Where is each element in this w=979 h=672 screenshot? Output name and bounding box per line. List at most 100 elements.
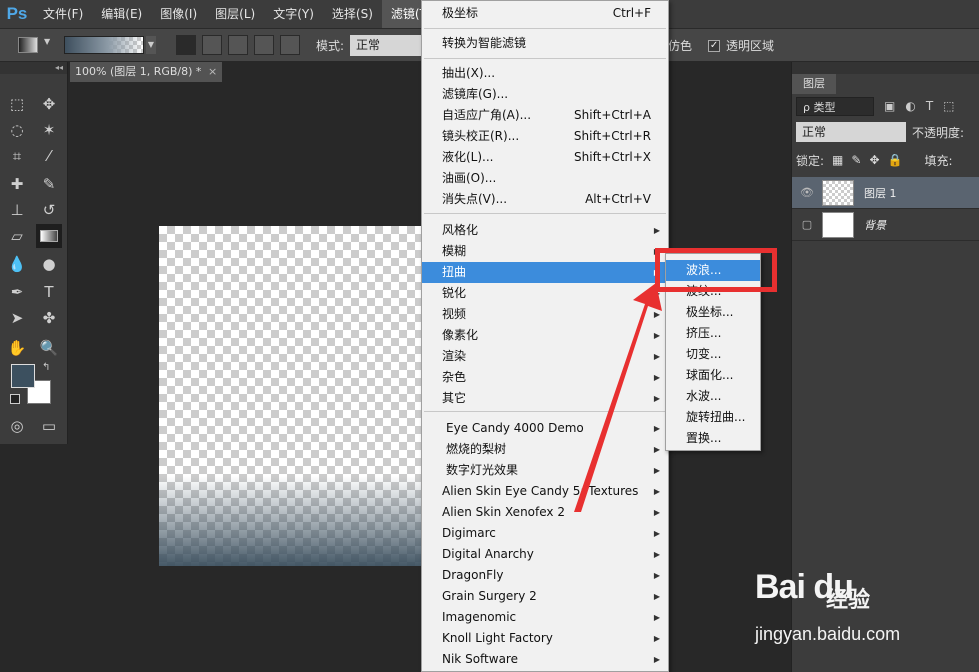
menu-item-render[interactable]: 渲染 ▶ [422, 346, 668, 367]
adjustment-filter-icon[interactable]: ◐ [905, 99, 915, 113]
menu-item-plugin[interactable]: Digital Anarchy ▶ [422, 544, 668, 565]
menu-item-distort[interactable]: 扭曲 ▶ [422, 262, 668, 283]
menu-item-video[interactable]: 视频 ▶ [422, 304, 668, 325]
menu-item-displace[interactable]: 置换... [666, 428, 760, 449]
menu-item-plugin[interactable]: Nik Software ▶ [422, 649, 668, 670]
visibility-eye-icon[interactable]: 👁 [792, 186, 822, 199]
menu-file[interactable]: 文件(F) [34, 0, 92, 28]
lock-position-icon[interactable]: ✥ [869, 153, 879, 167]
menu-item-pixelate[interactable]: 像素化 ▶ [422, 325, 668, 346]
reflected-gradient-button[interactable] [254, 35, 274, 55]
menu-layer[interactable]: 图层(L) [206, 0, 264, 28]
screen-mode-icon[interactable]: ▭ [36, 414, 62, 438]
type-tool-icon[interactable]: T [36, 280, 62, 304]
tab-layers[interactable]: 图层 [792, 74, 836, 94]
menu-type[interactable]: 文字(Y) [264, 0, 323, 28]
magic-wand-tool-icon[interactable]: ✶ [36, 118, 62, 142]
close-document-icon[interactable]: × [208, 62, 217, 82]
layer-row[interactable]: 👁 图层 1 [792, 177, 979, 209]
menu-item-plugin[interactable]: Imagenomic ▶ [422, 607, 668, 628]
path-selection-tool-icon[interactable]: ➤ [4, 306, 30, 330]
mode-select[interactable]: 正常 [350, 34, 427, 56]
lock-all-icon[interactable]: 🔒 [888, 153, 903, 167]
tool-preset-dropdown-icon[interactable]: ▼ [44, 37, 50, 46]
dodge-tool-icon[interactable]: ● [36, 252, 62, 276]
lock-image-icon[interactable]: ✎ [851, 153, 861, 167]
menu-item-zigzag[interactable]: 水波... [666, 386, 760, 407]
clone-stamp-tool-icon[interactable]: ⊥ [4, 198, 30, 222]
custom-shape-tool-icon[interactable]: ✤ [36, 306, 62, 330]
menu-item-filter-gallery[interactable]: 滤镜库(G)... [422, 84, 668, 105]
default-colors-icon[interactable] [10, 394, 20, 404]
menu-item-plugin[interactable]: Knoll Light Factory ▶ [422, 628, 668, 649]
menu-image[interactable]: 图像(I) [151, 0, 206, 28]
layer-row[interactable]: ▢ 背景 [792, 209, 979, 241]
menu-edit[interactable]: 编辑(E) [92, 0, 151, 28]
menu-item-plugin[interactable]: Alien Skin Xenofex 2 ▶ [422, 502, 668, 523]
menu-item-oil-paint[interactable]: 油画(O)... [422, 168, 668, 189]
gradient-tool-icon[interactable] [18, 37, 38, 53]
lasso-tool-icon[interactable]: ◌ [4, 118, 30, 142]
menu-item-pinch[interactable]: 挤压... [666, 323, 760, 344]
menu-item-last-filter[interactable]: 极坐标 Ctrl+F [422, 3, 668, 24]
menu-item-spherize[interactable]: 球面化... [666, 365, 760, 386]
foreground-color-swatch[interactable] [11, 364, 35, 388]
swap-colors-icon[interactable]: ↰ [42, 362, 50, 373]
marquee-tool-icon[interactable]: ⬚ [4, 92, 30, 116]
menu-item-stylize[interactable]: 风格化 ▶ [422, 220, 668, 241]
pen-tool-icon[interactable]: ✒ [4, 280, 30, 304]
menu-item-twirl[interactable]: 旋转扭曲... [666, 407, 760, 428]
eyedropper-tool-icon[interactable]: ⁄ [36, 144, 62, 168]
type-filter-icon[interactable]: T [926, 99, 933, 113]
menu-item-liquify[interactable]: 液化(L)... Shift+Ctrl+X [422, 147, 668, 168]
gradient-tool-button[interactable] [36, 224, 62, 248]
gradient-picker[interactable] [64, 36, 144, 54]
healing-brush-tool-icon[interactable]: ✚ [4, 172, 30, 196]
document-tab[interactable]: 100% (图层 1, RGB/8) * [70, 62, 222, 82]
document-canvas[interactable] [159, 226, 421, 566]
collapse-tools-icon[interactable]: ◂◂ [0, 62, 67, 74]
layer-filter-select[interactable]: ρ 类型 [796, 96, 874, 116]
menu-item-other[interactable]: 其它 ▶ [422, 388, 668, 409]
angle-gradient-button[interactable] [228, 35, 248, 55]
history-brush-tool-icon[interactable]: ↺ [36, 198, 62, 222]
menu-item-extract[interactable]: 抽出(X)... [422, 63, 668, 84]
lock-transparent-icon[interactable]: ▦ [832, 153, 843, 167]
menu-item-shear[interactable]: 切变... [666, 344, 760, 365]
move-tool-icon[interactable]: ✥ [36, 92, 62, 116]
visibility-toggle[interactable]: ▢ [792, 218, 822, 231]
radial-gradient-button[interactable] [202, 35, 222, 55]
menu-item-noise[interactable]: 杂色 ▶ [422, 367, 668, 388]
eraser-tool-icon[interactable]: ▱ [4, 224, 30, 248]
crop-tool-icon[interactable]: ⌗ [4, 144, 30, 168]
menu-item-label: 模糊 [442, 244, 467, 258]
transparency-checkbox[interactable]: ✓ [708, 39, 721, 52]
blend-mode-select[interactable]: 正常 [796, 122, 906, 142]
menu-item-convert-smart-filter[interactable]: 转换为智能滤镜 [422, 33, 668, 54]
linear-gradient-button[interactable] [176, 35, 196, 55]
gradient-dropdown-icon[interactable]: ▼ [146, 36, 156, 54]
menu-item-blur[interactable]: 模糊 ▶ [422, 241, 668, 262]
menu-item-plugin[interactable]: 燃烧的梨树 ▶ [422, 439, 668, 460]
shape-filter-icon[interactable]: ⬚ [943, 99, 954, 113]
menu-item-sharpen[interactable]: 锐化 ▶ [422, 283, 668, 304]
brush-tool-icon[interactable]: ✎ [36, 172, 62, 196]
menu-item-plugin[interactable]: Digimarc ▶ [422, 523, 668, 544]
submenu-arrow-icon: ▶ [653, 310, 660, 319]
menu-item-plugin[interactable]: Alien Skin Eye Candy 5: Textures ▶ [422, 481, 668, 502]
pixel-filter-icon[interactable]: ▣ [884, 99, 895, 113]
menu-item-plugin[interactable]: Grain Surgery 2 ▶ [422, 586, 668, 607]
menu-select[interactable]: 选择(S) [323, 0, 382, 28]
menu-item-adaptive-wide-angle[interactable]: 自适应广角(A)... Shift+Ctrl+A [422, 105, 668, 126]
zoom-tool-icon[interactable]: 🔍 [36, 336, 62, 360]
menu-item-plugin[interactable]: Eye Candy 4000 Demo ▶ [422, 418, 668, 439]
hand-tool-icon[interactable]: ✋ [4, 336, 30, 360]
menu-item-polar-coordinates[interactable]: 极坐标... [666, 302, 760, 323]
menu-item-lens-correction[interactable]: 镜头校正(R)... Shift+Ctrl+R [422, 126, 668, 147]
diamond-gradient-button[interactable] [280, 35, 300, 55]
menu-item-plugin[interactable]: DragonFly ▶ [422, 565, 668, 586]
menu-item-plugin[interactable]: 数字灯光效果 ▶ [422, 460, 668, 481]
blur-tool-icon[interactable]: 💧 [4, 252, 30, 276]
quick-mask-icon[interactable]: ◎ [4, 414, 30, 438]
menu-item-vanishing-point[interactable]: 消失点(V)... Alt+Ctrl+V [422, 189, 668, 210]
